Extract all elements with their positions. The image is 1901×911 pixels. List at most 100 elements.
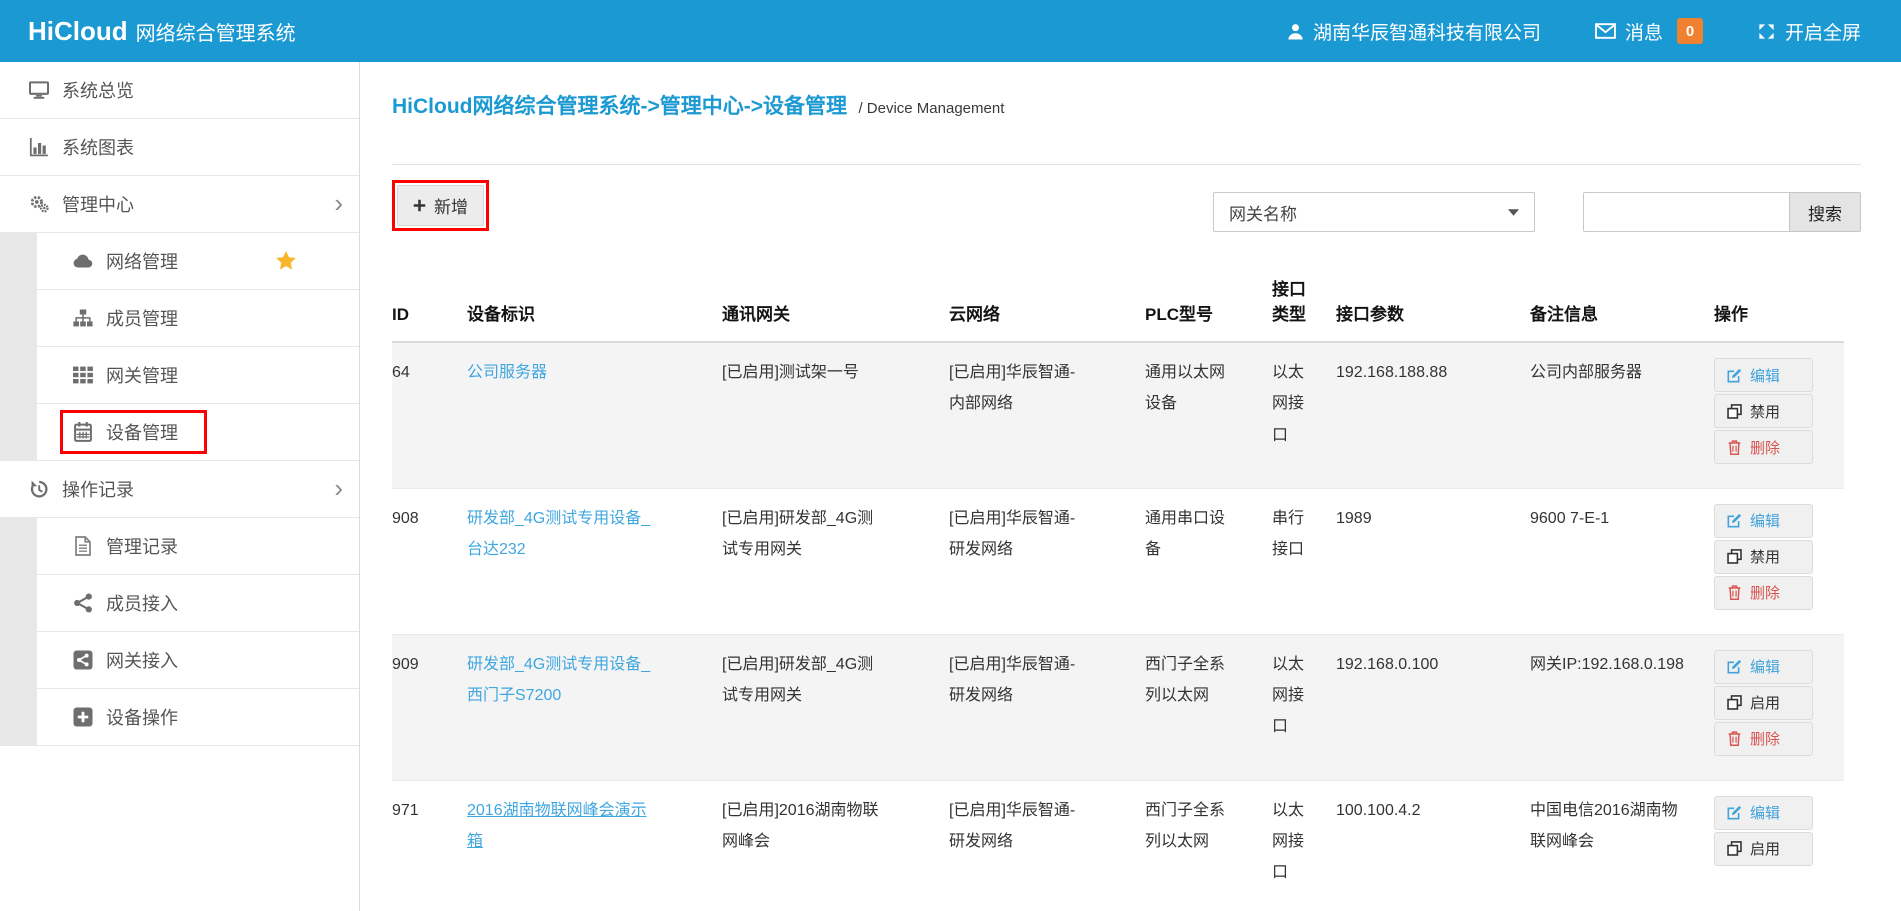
- delete-button[interactable]: 删除: [1714, 430, 1813, 464]
- search-input[interactable]: [1583, 192, 1789, 232]
- calendar-icon: [70, 421, 96, 443]
- share-icon: [70, 592, 96, 614]
- table-row: 64公司服务器[已启用]测试架一号[已启用]华辰智通-内部网络通用以太网设备以太…: [392, 342, 1844, 488]
- interface-params-cell: 1989: [1336, 488, 1530, 634]
- plc-model-cell: 通用以太网设备: [1145, 342, 1272, 488]
- filter-area: 网关名称 搜索: [1213, 192, 1861, 232]
- edit-icon: [1727, 368, 1742, 383]
- clone-icon: [1727, 404, 1742, 419]
- delete-button[interactable]: 删除: [1714, 576, 1813, 610]
- gateway-cell: [已启用]研发部_4G测试专用网关: [722, 634, 949, 780]
- device-name-cell: 2016湖南物联网峰会演示箱: [467, 780, 722, 911]
- column-header-actions: 操作: [1714, 278, 1844, 342]
- device-link[interactable]: 公司服务器: [467, 364, 547, 381]
- sidebar-item-label: 系统图表: [62, 134, 134, 160]
- star-icon: [275, 250, 297, 272]
- app-logo-subtitle: 网络综合管理系统: [136, 17, 296, 46]
- plus-icon: [413, 199, 426, 212]
- remark-cell: 公司内部服务器: [1530, 342, 1714, 488]
- delete-button[interactable]: 删除: [1714, 722, 1813, 756]
- sidebar-item-label: 网络管理: [106, 248, 178, 274]
- app-logo: HiCloud 网络综合管理系统: [28, 16, 296, 47]
- interface-params-cell: 100.100.4.2: [1336, 780, 1530, 911]
- toolbar: 新增 网关名称 搜索: [392, 180, 1861, 232]
- bar-chart-icon: [26, 136, 52, 158]
- company-name: 湖南华辰智通科技有限公司: [1313, 18, 1541, 45]
- chevron-right-icon: [334, 190, 343, 216]
- edit-button[interactable]: 编辑: [1714, 796, 1813, 830]
- device-name-cell: 研发部_4G测试专用设备_台达232: [467, 488, 722, 634]
- messages-label: 消息: [1625, 18, 1663, 45]
- interface-type-cell: 以太网接口: [1272, 780, 1336, 911]
- device-id-cell: 64: [392, 342, 467, 488]
- sidebar-item-member-access[interactable]: 成员接入: [0, 575, 359, 632]
- cloud-network-cell: [已启用]华辰智通-研发网络: [949, 634, 1145, 780]
- column-header-cloud-network: 云网络: [949, 278, 1145, 342]
- sidebar-item-gateway-management[interactable]: 网关管理: [0, 347, 359, 404]
- sidebar-item-management-center[interactable]: 管理中心: [0, 176, 359, 233]
- search-button[interactable]: 搜索: [1789, 192, 1861, 232]
- edit-button[interactable]: 编辑: [1714, 504, 1813, 538]
- sidebar-item-device-operations[interactable]: 设备操作: [0, 689, 359, 746]
- action-button-label: 禁用: [1750, 401, 1780, 422]
- trash-icon: [1727, 585, 1742, 600]
- device-id-cell: 971: [392, 780, 467, 911]
- gears-icon: [26, 193, 52, 215]
- enable-button[interactable]: 启用: [1714, 832, 1813, 866]
- actions-cell: 编辑禁用删除: [1714, 488, 1844, 634]
- fullscreen-toggle[interactable]: 开启全屏: [1757, 18, 1861, 45]
- topbar-right: 湖南华辰智通科技有限公司 消息 0 开启全屏: [1287, 18, 1861, 45]
- device-id-cell: 909: [392, 634, 467, 780]
- edit-button[interactable]: 编辑: [1714, 650, 1813, 684]
- sidebar-item-system-charts[interactable]: 系统图表: [0, 119, 359, 176]
- messages-count-badge: 0: [1677, 18, 1703, 44]
- action-button-label: 编辑: [1750, 656, 1780, 677]
- messages-menu[interactable]: 消息 0: [1595, 18, 1703, 45]
- table-row: 908研发部_4G测试专用设备_台达232[已启用]研发部_4G测试专用网关[已…: [392, 488, 1844, 634]
- column-header-id: ID: [392, 278, 467, 342]
- sidebar-item-label: 系统总览: [62, 77, 134, 103]
- sidebar: 系统总览系统图表管理中心网络管理成员管理网关管理设备管理操作记录管理记录成员接入…: [0, 62, 360, 911]
- sidebar-item-network-management[interactable]: 网络管理: [0, 233, 359, 290]
- device-table: ID 设备标识 通讯网关 云网络 PLC型号 接口类型 接口参数 备注信息 操作…: [392, 278, 1844, 911]
- action-button-label: 禁用: [1750, 546, 1780, 567]
- add-button[interactable]: 新增: [397, 185, 484, 226]
- column-header-interface-type: 接口类型: [1272, 278, 1336, 342]
- trash-icon: [1727, 731, 1742, 746]
- sidebar-item-system-overview[interactable]: 系统总览: [0, 62, 359, 119]
- sidebar-item-operation-records[interactable]: 操作记录: [0, 461, 359, 518]
- sidebar-item-label: 操作记录: [62, 476, 134, 502]
- remark-cell: 9600 7-E-1: [1530, 488, 1714, 634]
- edit-icon: [1727, 805, 1742, 820]
- interface-type-cell: 以太网接口: [1272, 634, 1336, 780]
- gateway-filter-select[interactable]: 网关名称: [1213, 192, 1535, 232]
- topbar: HiCloud 网络综合管理系统 湖南华辰智通科技有限公司 消息 0 开启全屏: [0, 0, 1901, 62]
- edit-icon: [1727, 513, 1742, 528]
- sidebar-item-device-management[interactable]: 设备管理: [0, 404, 359, 461]
- enable-button[interactable]: 启用: [1714, 686, 1813, 720]
- disable-button[interactable]: 禁用: [1714, 394, 1813, 428]
- sidebar-item-management-records[interactable]: 管理记录: [0, 518, 359, 575]
- sidebar-item-member-management[interactable]: 成员管理: [0, 290, 359, 347]
- sidebar-item-label: 管理中心: [62, 191, 134, 217]
- sidebar-item-label: 网关管理: [106, 362, 178, 388]
- gateway-cell: [已启用]研发部_4G测试专用网关: [722, 488, 949, 634]
- user-icon: [1287, 23, 1304, 40]
- account-menu[interactable]: 湖南华辰智通科技有限公司: [1287, 18, 1541, 45]
- sidebar-item-label: 设备管理: [106, 419, 178, 445]
- column-header-plc-model: PLC型号: [1145, 278, 1272, 342]
- actions-cell: 编辑禁用删除: [1714, 342, 1844, 488]
- plc-model-cell: 通用串口设备: [1145, 488, 1272, 634]
- disable-button[interactable]: 禁用: [1714, 540, 1813, 574]
- action-button-label: 编辑: [1750, 365, 1780, 386]
- table-row: 909研发部_4G测试专用设备_西门子S7200 [已启用]研发部_4G测试专用网…: [392, 634, 1844, 780]
- device-link[interactable]: 研发部_4G测试专用设备_台达232: [467, 510, 650, 558]
- device-link[interactable]: 2016湖南物联网峰会演示箱: [467, 802, 647, 850]
- sitemap-icon: [70, 307, 96, 329]
- device-link[interactable]: 研发部_4G测试专用设备_西门子S7200: [467, 656, 650, 704]
- fullscreen-label: 开启全屏: [1785, 18, 1861, 45]
- edit-button[interactable]: 编辑: [1714, 358, 1813, 392]
- chevron-right-icon: [334, 475, 343, 501]
- sidebar-item-gateway-access[interactable]: 网关接入: [0, 632, 359, 689]
- clone-icon: [1727, 549, 1742, 564]
